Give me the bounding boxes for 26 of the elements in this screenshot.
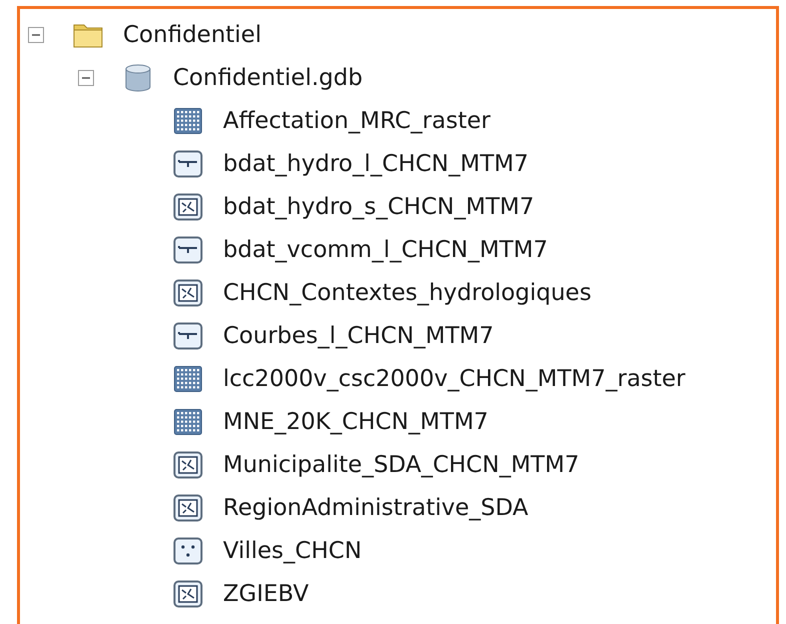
tree-item[interactable]: Villes_CHCN — [223, 538, 362, 564]
tree-item[interactable]: Confidentiel.gdb — [173, 64, 363, 90]
database-icon — [123, 64, 153, 92]
tree-item[interactable]: Affectation_MRC_raster — [223, 108, 490, 134]
polygon-icon — [173, 450, 203, 478]
tree-item[interactable]: bdat_vcomm_l_CHCN_MTM7 — [223, 236, 548, 262]
tree-item[interactable]: Confidentiel — [123, 22, 262, 48]
point-icon — [173, 536, 203, 564]
tree-item[interactable]: MNE_20K_CHCN_MTM7 — [223, 408, 488, 434]
tree-item[interactable]: lcc2000v_csc2000v_CHCN_MTM7_raster — [223, 366, 686, 392]
tree-item[interactable]: bdat_hydro_l_CHCN_MTM7 — [223, 150, 529, 176]
grid-icon — [173, 106, 203, 134]
collapse-icon[interactable] — [78, 70, 94, 86]
grid-icon — [173, 408, 203, 436]
tree-item[interactable]: bdat_hydro_s_CHCN_MTM7 — [223, 194, 534, 220]
tree-item[interactable]: ZGIEBV — [223, 580, 309, 606]
polygon-icon — [173, 580, 203, 608]
tree-item[interactable]: CHCN_Contextes_hydrologiques — [223, 280, 592, 306]
grid-icon — [173, 364, 203, 392]
polygon-icon — [173, 192, 203, 220]
polygon-icon — [173, 278, 203, 306]
collapse-icon[interactable] — [28, 26, 44, 42]
polygon-icon — [173, 494, 203, 522]
tree-item[interactable]: Municipalite_SDA_CHCN_MTM7 — [223, 452, 580, 478]
tree-item[interactable]: Courbes_l_CHCN_MTM7 — [223, 322, 494, 348]
tree-item[interactable]: RegionAdministrative_SDA — [223, 494, 528, 520]
